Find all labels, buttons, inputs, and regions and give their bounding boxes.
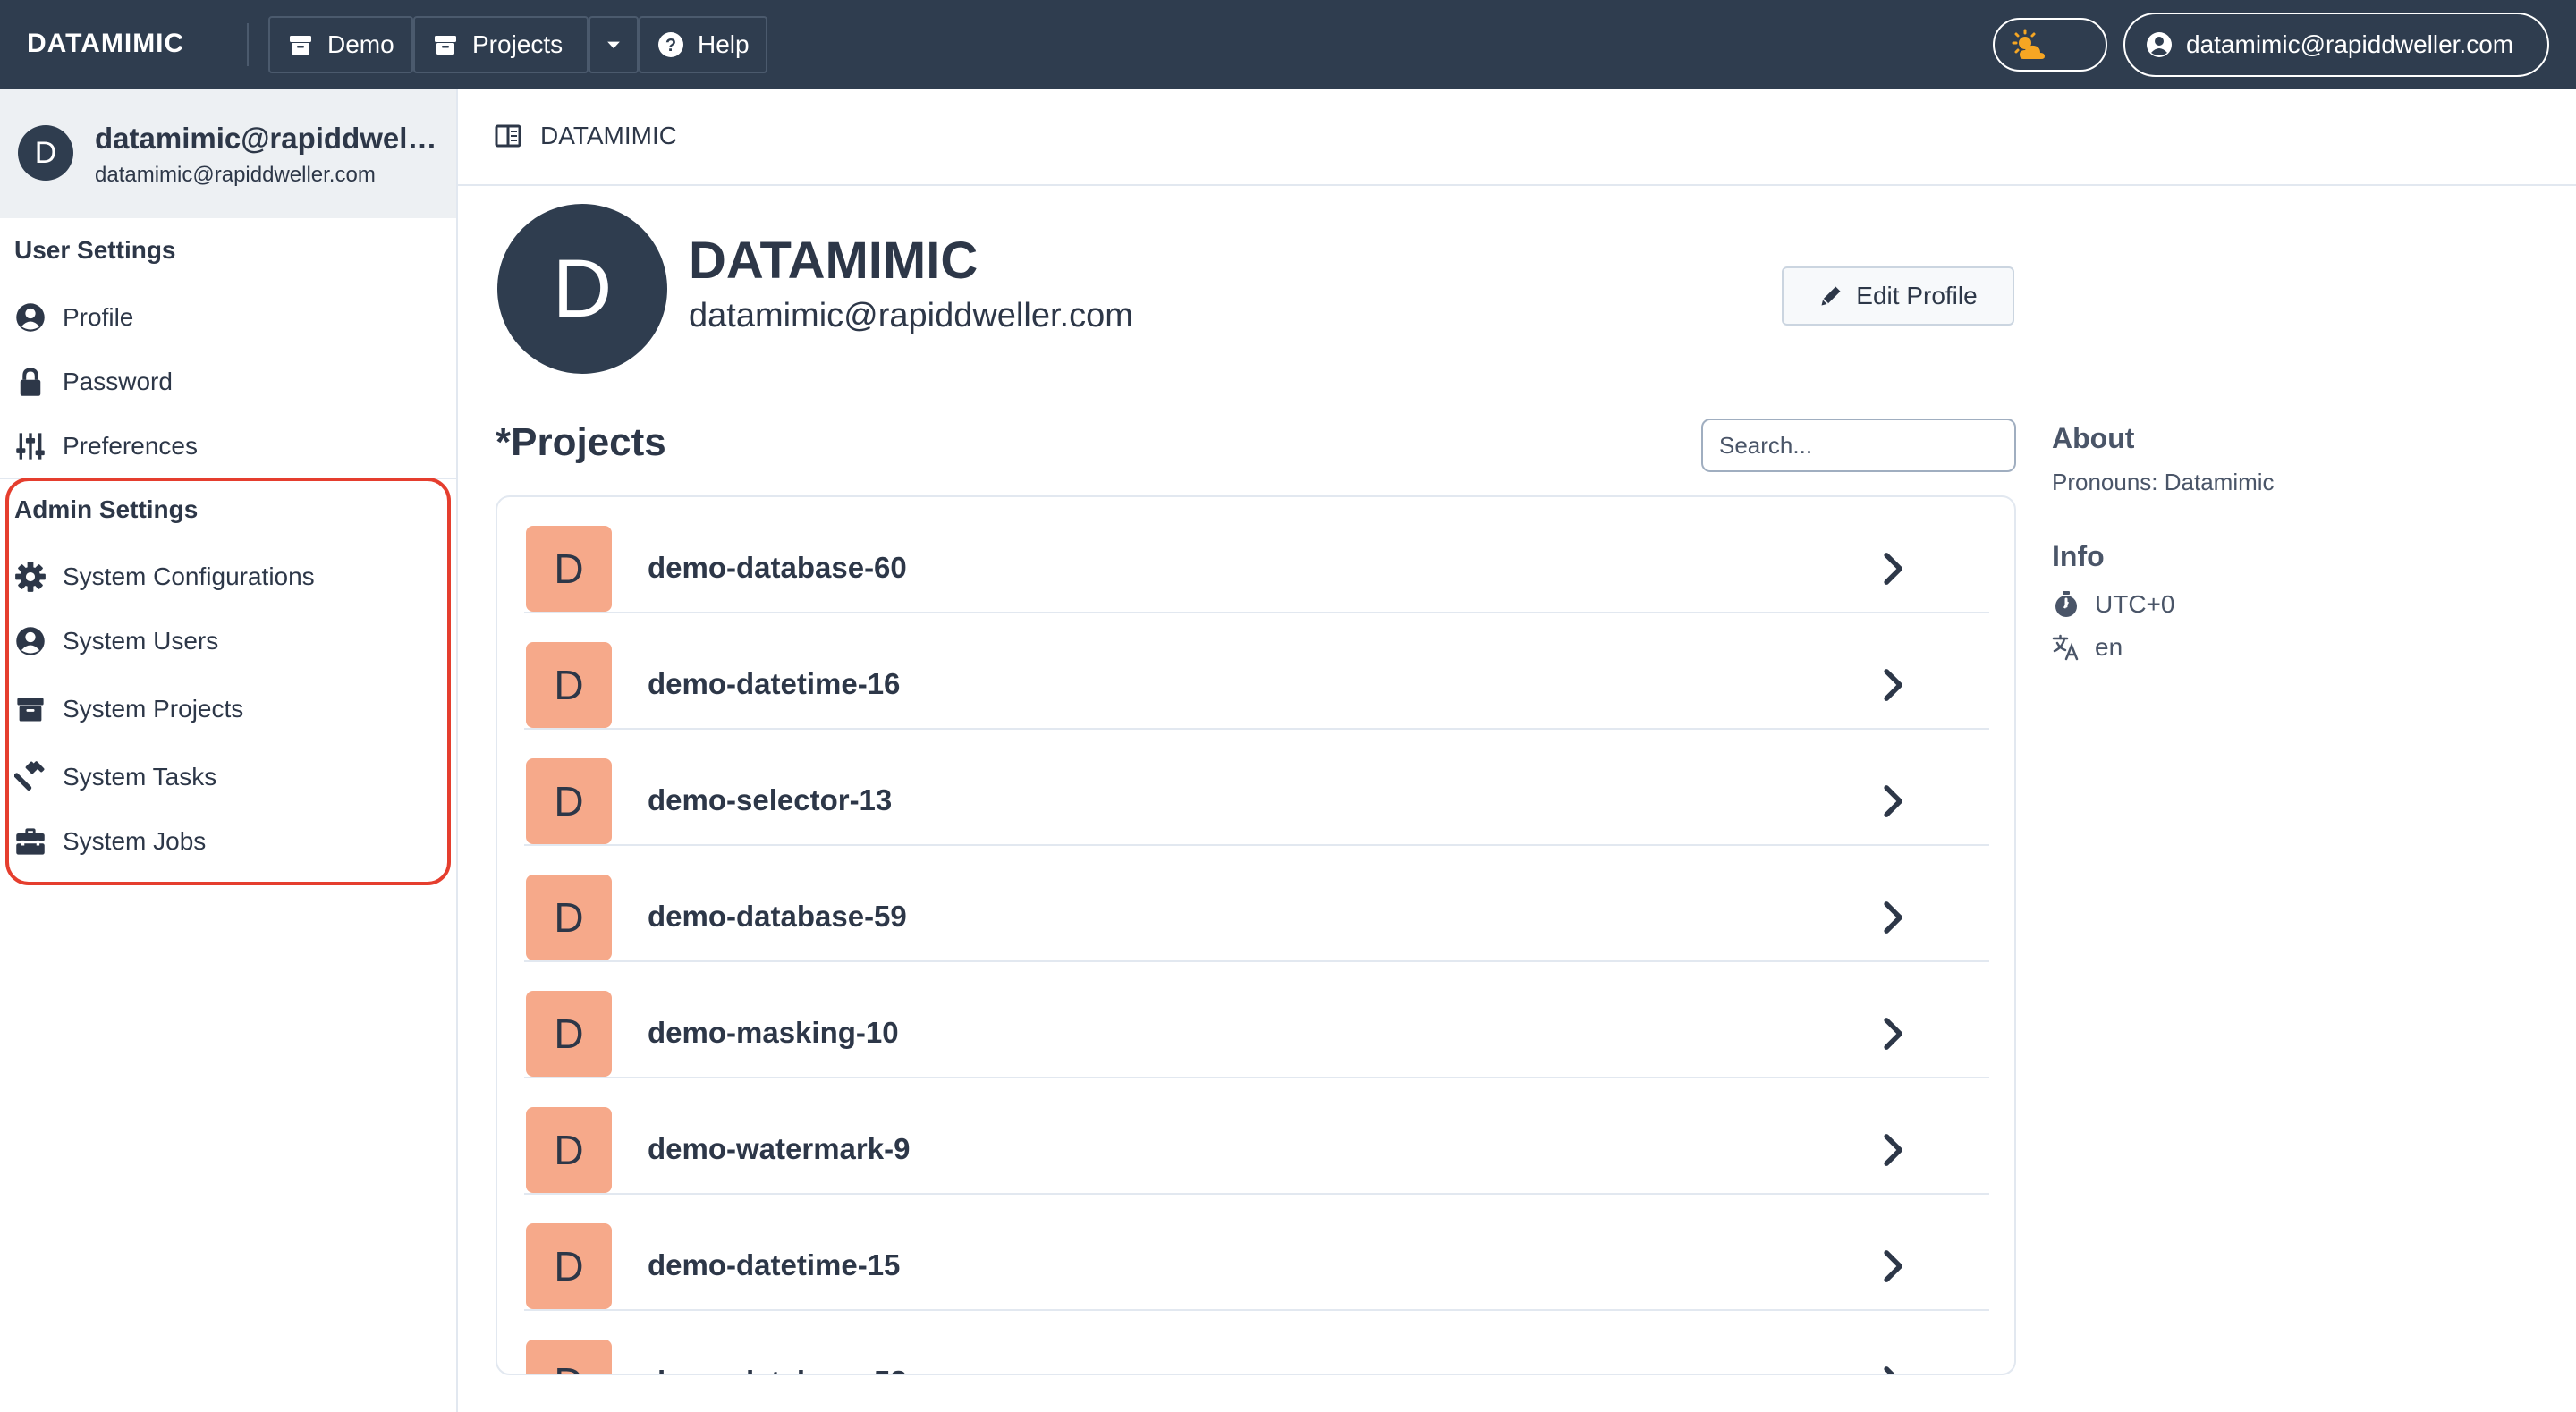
translate-icon bbox=[2052, 634, 2079, 661]
project-avatar: D bbox=[526, 758, 612, 844]
lock-icon bbox=[20, 368, 41, 396]
chevron-right-icon[interactable] bbox=[1873, 549, 1912, 588]
project-avatar: D bbox=[526, 1340, 612, 1374]
admin-settings-highlight bbox=[5, 478, 451, 885]
user-circle-icon bbox=[2147, 32, 2172, 57]
sidebar-item-label: Profile bbox=[63, 303, 134, 331]
sliders-icon bbox=[16, 433, 45, 460]
profile-avatar: D bbox=[497, 204, 667, 374]
sidebar-item-password[interactable]: Password bbox=[14, 359, 173, 404]
project-name[interactable]: demo-datetime-15 bbox=[648, 1248, 900, 1282]
project-avatar: D bbox=[526, 526, 612, 612]
language-value: en bbox=[2095, 633, 2123, 661]
project-row[interactable]: D demo-database-59 bbox=[524, 846, 1989, 962]
project-name[interactable]: demo-database-60 bbox=[648, 551, 907, 585]
chevron-right-icon[interactable] bbox=[1873, 665, 1912, 705]
breadcrumb-label[interactable]: DATAMIMIC bbox=[540, 122, 677, 150]
about-heading: About bbox=[2052, 422, 2135, 454]
breadcrumb: DATAMIMIC bbox=[494, 122, 677, 150]
info-heading: Info bbox=[2052, 540, 2105, 572]
timezone-value: UTC+0 bbox=[2095, 590, 2175, 618]
question-circle-icon: ? bbox=[658, 32, 683, 57]
project-row[interactable]: D demo-datetime-15 bbox=[524, 1195, 1989, 1311]
projects-label: Projects bbox=[472, 30, 564, 58]
archive-icon bbox=[435, 36, 456, 55]
pencil-icon bbox=[1821, 286, 1841, 306]
chevron-right-icon[interactable] bbox=[1873, 1130, 1912, 1170]
project-name[interactable]: demo-selector-13 bbox=[648, 783, 892, 817]
top-navbar: DATAMIMIC Demo Projects ? Help datamimic… bbox=[0, 0, 2576, 89]
project-avatar: D bbox=[526, 875, 612, 960]
sidebar-item-profile[interactable]: Profile bbox=[14, 295, 133, 340]
project-name[interactable]: demo-datetime-16 bbox=[648, 667, 900, 701]
profile-name: DATAMIMIC bbox=[689, 232, 979, 290]
search-input[interactable] bbox=[1701, 419, 2016, 472]
projects-button[interactable]: Projects bbox=[413, 16, 589, 73]
profile-email: datamimic@rapiddweller.com bbox=[689, 297, 1133, 334]
edit-profile-label: Edit Profile bbox=[1856, 282, 1978, 309]
svg-text:?: ? bbox=[665, 36, 676, 55]
project-name[interactable]: demo-masking-10 bbox=[648, 1016, 899, 1050]
sidebar-user-email: datamimic@rapiddweller.com bbox=[95, 163, 376, 187]
project-row[interactable]: D demo-masking-10 bbox=[524, 962, 1989, 1078]
sidebar-item-label: Password bbox=[63, 368, 173, 395]
header-divider bbox=[458, 184, 2576, 186]
sidebar-user-name: datamimic@rapiddweller.com bbox=[95, 122, 444, 155]
chevron-right-icon[interactable] bbox=[1873, 1247, 1912, 1286]
chevron-right-icon[interactable] bbox=[1873, 898, 1912, 937]
project-row[interactable]: D demo-watermark-9 bbox=[524, 1078, 1989, 1195]
brand-logo[interactable]: DATAMIMIC bbox=[27, 29, 184, 59]
user-menu-button[interactable]: datamimic@rapiddweller.com bbox=[2123, 13, 2549, 77]
caret-down-icon bbox=[607, 41, 620, 49]
project-avatar: D bbox=[526, 991, 612, 1077]
project-avatar: D bbox=[526, 642, 612, 728]
project-name[interactable]: demo-database-59 bbox=[648, 900, 907, 934]
timezone-info: UTC+0 bbox=[2052, 587, 2174, 622]
user-menu-email: datamimic@rapiddweller.com bbox=[2186, 30, 2514, 58]
projects-heading: *Projects bbox=[496, 420, 666, 464]
avatar: D bbox=[18, 125, 73, 181]
project-name[interactable]: demo-database-58 bbox=[648, 1365, 907, 1374]
project-avatar: D bbox=[526, 1107, 612, 1193]
demo-label: Demo bbox=[327, 30, 394, 58]
edit-profile-button[interactable]: Edit Profile bbox=[1782, 266, 2014, 326]
project-row[interactable]: D demo-database-60 bbox=[524, 497, 1989, 613]
chevron-right-icon[interactable] bbox=[1873, 782, 1912, 821]
book-icon bbox=[495, 124, 521, 148]
projects-dropdown-toggle[interactable] bbox=[589, 16, 639, 73]
demo-button[interactable]: Demo bbox=[268, 16, 413, 73]
sun-cloud-icon bbox=[2012, 29, 2045, 59]
project-row[interactable]: D demo-selector-13 bbox=[524, 730, 1989, 846]
sidebar-item-preferences[interactable]: Preferences bbox=[14, 424, 198, 469]
theme-toggle[interactable] bbox=[1993, 18, 2107, 72]
settings-sidebar: D datamimic@rapiddweller.com datamimic@r… bbox=[0, 89, 458, 1412]
archive-icon bbox=[290, 36, 311, 55]
project-row[interactable]: D demo-datetime-16 bbox=[524, 613, 1989, 730]
project-name[interactable]: demo-watermark-9 bbox=[648, 1132, 910, 1166]
chevron-right-icon[interactable] bbox=[1873, 1014, 1912, 1053]
navbar-divider bbox=[247, 23, 249, 66]
help-label: Help bbox=[698, 30, 750, 58]
project-avatar: D bbox=[526, 1223, 612, 1309]
stopwatch-icon bbox=[2055, 591, 2077, 617]
projects-list: D demo-database-60 D demo-datetime-16 D … bbox=[496, 495, 2016, 1375]
chevron-right-icon[interactable] bbox=[1873, 1363, 1912, 1375]
help-button[interactable]: ? Help bbox=[639, 16, 767, 73]
sidebar-user-header: D datamimic@rapiddweller.com datamimic@r… bbox=[0, 89, 456, 218]
pronouns-text: Pronouns: Datamimic bbox=[2052, 469, 2275, 495]
user-settings-heading: User Settings bbox=[14, 236, 176, 264]
project-row[interactable]: D demo-database-58 bbox=[524, 1311, 1989, 1375]
main-content: DATAMIMIC D DATAMIMIC datamimic@rapiddwe… bbox=[458, 89, 2576, 1412]
user-circle-icon bbox=[16, 303, 45, 332]
sidebar-item-label: Preferences bbox=[63, 432, 198, 460]
language-info: en bbox=[2052, 630, 2123, 665]
